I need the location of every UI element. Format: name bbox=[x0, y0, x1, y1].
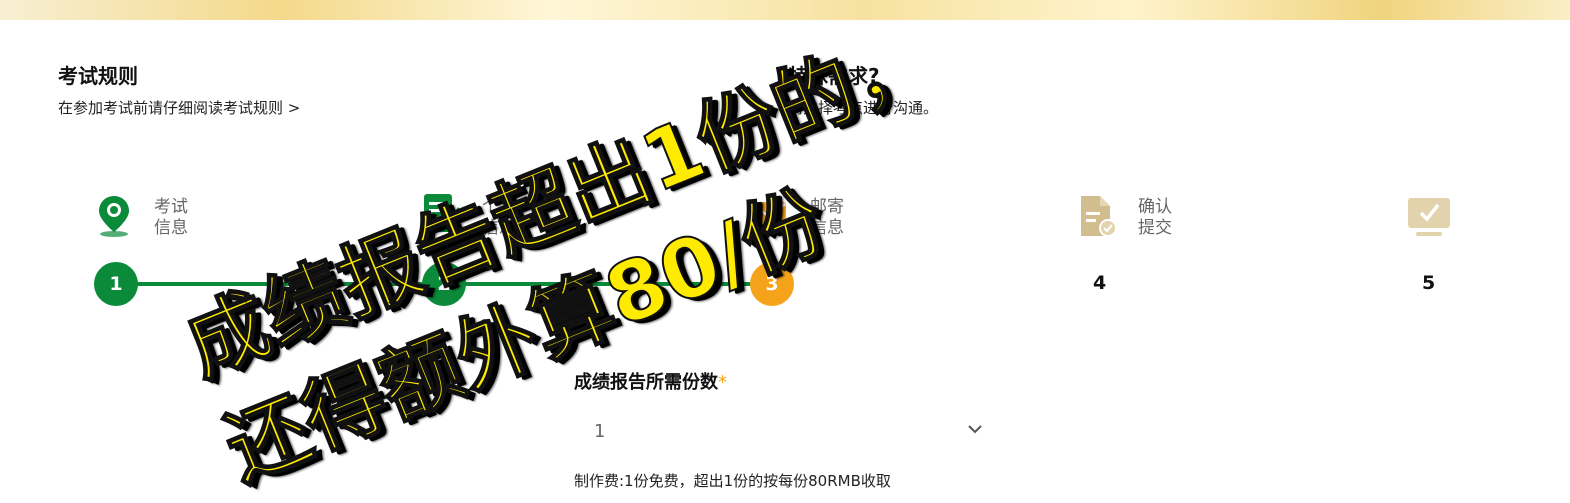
special-needs-title: 特殊需求? bbox=[788, 64, 880, 88]
fee-note: 制作费:1份免费，超出1份的按每份80RMB收取 bbox=[574, 472, 891, 490]
step-4-number: 4 bbox=[1093, 272, 1107, 294]
required-mark: * bbox=[718, 372, 727, 393]
step-1-label: 考试 信息 bbox=[154, 197, 188, 238]
chevron-down-icon bbox=[968, 425, 982, 434]
form-edit-icon bbox=[424, 194, 462, 232]
step-2-label: 个人 信息 bbox=[482, 197, 516, 238]
exam-rules-link[interactable]: 在参加考试前请仔细阅读考试规则 > bbox=[58, 97, 300, 118]
copies-select-value: 1 bbox=[594, 421, 606, 442]
step-3-label: 邮寄 信息 bbox=[810, 197, 844, 238]
step-2-circle: 2 bbox=[422, 262, 466, 306]
step-1-circle: 1 bbox=[94, 262, 138, 306]
location-pin-icon bbox=[99, 196, 129, 237]
copies-field-label: 成绩报告所需份数* bbox=[574, 372, 727, 393]
mail-icon bbox=[752, 202, 786, 228]
exam-rules-title: 考试规则 bbox=[58, 64, 138, 88]
copies-select[interactable]: 1 bbox=[574, 412, 990, 452]
step-3-circle: 3 bbox=[750, 262, 794, 306]
step-5-number: 5 bbox=[1422, 272, 1436, 294]
monitor-check-icon bbox=[1408, 198, 1450, 236]
top-banner-image bbox=[0, 0, 1570, 20]
document-check-icon bbox=[1081, 196, 1117, 237]
step-4-label: 确认 提交 bbox=[1138, 197, 1172, 238]
special-needs-desc: 请选择考点进行沟通。 bbox=[788, 99, 939, 117]
